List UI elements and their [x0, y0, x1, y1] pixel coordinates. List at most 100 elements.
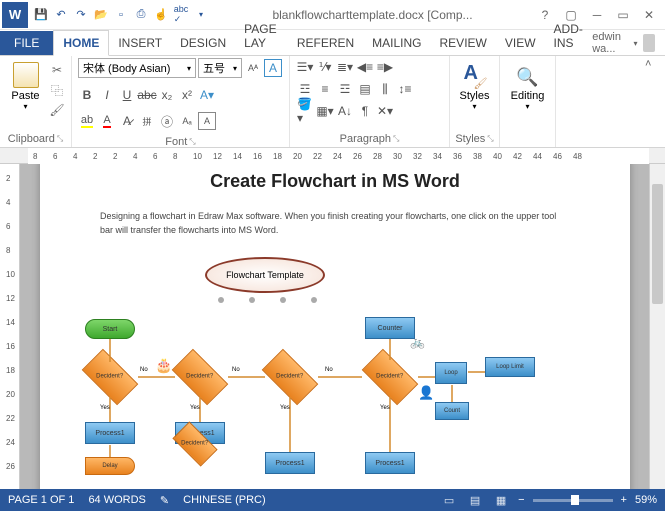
- zoom-out-icon[interactable]: −: [518, 494, 524, 506]
- superscript-button[interactable]: x²: [178, 86, 196, 104]
- decision-shape: Decident?: [262, 349, 319, 406]
- grow-font-icon[interactable]: Aᴬ: [244, 59, 262, 77]
- vertical-scrollbar[interactable]: [649, 164, 665, 489]
- phonetic-icon[interactable]: 拼: [138, 112, 156, 130]
- text-effects-icon[interactable]: A▾: [198, 86, 216, 104]
- insert-tab[interactable]: INSERT: [109, 31, 171, 55]
- bike-icon: 🚲: [410, 335, 425, 349]
- enclose-icon[interactable]: ⓐ: [158, 112, 176, 130]
- shrink-font-icon[interactable]: Aₐ: [178, 112, 196, 130]
- spell-icon[interactable]: abc✓: [172, 6, 190, 24]
- flowchart-image: Flowchart Template Start Decident? Decid…: [40, 257, 630, 477]
- strike-button[interactable]: abc: [138, 86, 156, 104]
- references-tab[interactable]: REFEREN: [288, 31, 363, 55]
- font-group: 宋体 (Body Asian)▾ 五号▾ Aᴬ A B I U abc x₂ x…: [72, 56, 290, 147]
- copy-icon[interactable]: ⿻: [49, 82, 65, 98]
- shading-icon[interactable]: 🪣▾: [296, 102, 314, 120]
- bullets-icon[interactable]: ☰▾: [296, 58, 314, 76]
- increase-indent-icon[interactable]: ≡▶: [376, 58, 394, 76]
- flowchart-title-shape: Flowchart Template: [205, 257, 325, 293]
- align-right-icon[interactable]: ☲: [336, 80, 354, 98]
- quick-access-toolbar: 💾 ↶ ↷ 📂 ▫ ⎙ ☝ abc✓ ▾: [28, 6, 210, 24]
- format-painter-icon[interactable]: 🖌: [49, 102, 65, 118]
- clear-format-icon[interactable]: A̷: [118, 112, 136, 130]
- italic-button[interactable]: I: [98, 86, 116, 104]
- decrease-indent-icon[interactable]: ◀≡: [356, 58, 374, 76]
- borders-icon[interactable]: ▦▾: [316, 102, 334, 120]
- qat-more-icon[interactable]: ▾: [192, 6, 210, 24]
- sort-icon[interactable]: A↓: [336, 102, 354, 120]
- distributed-icon[interactable]: ⫼: [376, 80, 394, 98]
- change-case-icon[interactable]: A: [264, 59, 282, 77]
- user-account[interactable]: edwin wa...▾: [592, 31, 665, 55]
- start-shape: Start: [85, 319, 135, 339]
- touch-icon[interactable]: ☝: [152, 6, 170, 24]
- ribbon-tabs: FILE HOME INSERT DESIGN PAGE LAY REFEREN…: [0, 30, 665, 56]
- highlight-icon[interactable]: ab: [78, 112, 96, 130]
- horizontal-ruler[interactable]: 8642246810121416182022242628303234363840…: [0, 148, 665, 164]
- pagelayout-tab[interactable]: PAGE LAY: [235, 17, 288, 55]
- show-marks-icon[interactable]: ¶: [356, 102, 374, 120]
- doc-heading: Create Flowchart in MS Word: [40, 171, 630, 192]
- proofing-icon[interactable]: ✎: [160, 494, 169, 507]
- font-color-icon[interactable]: A: [98, 112, 116, 130]
- bold-button[interactable]: B: [78, 86, 96, 104]
- zoom-level[interactable]: 59%: [635, 494, 657, 506]
- paste-button[interactable]: Paste ▾: [6, 58, 45, 111]
- zoom-in-icon[interactable]: +: [621, 494, 627, 506]
- print-layout-icon[interactable]: ▤: [466, 493, 484, 507]
- person-icon: 👤: [418, 385, 434, 401]
- redo-icon[interactable]: ↷: [72, 6, 90, 24]
- looplimit-shape: Loop Limit: [485, 357, 535, 377]
- styles-group: A🖌 Styles▾ Styles⤡: [450, 56, 500, 147]
- font-size-select[interactable]: 五号▾: [198, 58, 242, 78]
- process-shape: Process1: [85, 422, 135, 444]
- subscript-button[interactable]: x₂: [158, 86, 176, 104]
- paste-icon: [13, 62, 39, 88]
- justify-icon[interactable]: ▤: [356, 80, 374, 98]
- print-icon[interactable]: ⎙: [132, 6, 150, 24]
- font-name-select[interactable]: 宋体 (Body Asian)▾: [78, 58, 196, 78]
- undo-icon[interactable]: ↶: [52, 6, 70, 24]
- counter-shape: Counter: [365, 317, 415, 339]
- editing-button[interactable]: 🔍 Editing▾: [507, 58, 549, 111]
- open-icon[interactable]: 📂: [92, 6, 110, 24]
- mailings-tab[interactable]: MAILING: [363, 31, 430, 55]
- document-canvas: 2468101214161820222426 Create Flowchart …: [0, 164, 665, 489]
- file-tab[interactable]: FILE: [0, 31, 53, 55]
- page[interactable]: Create Flowchart in MS Word Designing a …: [40, 164, 630, 489]
- web-layout-icon[interactable]: ▦: [492, 493, 510, 507]
- home-tab[interactable]: HOME: [53, 30, 109, 56]
- underline-button[interactable]: U: [118, 86, 136, 104]
- view-tab[interactable]: VIEW: [496, 31, 545, 55]
- review-tab[interactable]: REVIEW: [431, 31, 496, 55]
- asian-layout-icon[interactable]: ✕▾: [376, 102, 394, 120]
- delay-shape: Delay: [85, 457, 135, 475]
- process-shape: Process1: [365, 452, 415, 474]
- save-icon[interactable]: 💾: [32, 6, 50, 24]
- line-spacing-icon[interactable]: ↕≡: [396, 80, 414, 98]
- page-status[interactable]: PAGE 1 OF 1: [8, 494, 74, 506]
- language-status[interactable]: CHINESE (PRC): [183, 494, 266, 506]
- new-icon[interactable]: ▫: [112, 6, 130, 24]
- vertical-ruler[interactable]: 2468101214161820222426: [0, 164, 20, 489]
- close-icon[interactable]: ✕: [639, 8, 659, 22]
- cut-icon[interactable]: ✂: [49, 62, 65, 78]
- char-border-icon[interactable]: A: [198, 112, 216, 130]
- addins-tab[interactable]: ADD-INS: [545, 17, 593, 55]
- numbering-icon[interactable]: ⅟▾: [316, 58, 334, 76]
- editing-group: 🔍 Editing▾: [500, 56, 556, 147]
- align-center-icon[interactable]: ≡: [316, 80, 334, 98]
- collapse-ribbon-icon[interactable]: ˄: [645, 58, 661, 70]
- read-mode-icon[interactable]: ▭: [440, 493, 458, 507]
- align-left-icon[interactable]: ☲: [296, 80, 314, 98]
- zoom-slider[interactable]: [533, 499, 613, 502]
- maximize-icon[interactable]: ▭: [613, 8, 633, 22]
- design-tab[interactable]: DESIGN: [171, 31, 235, 55]
- paragraph-group: ☰▾ ⅟▾ ≣▾ ◀≡ ≡▶ ☲ ≡ ☲ ▤ ⫼ ↕≡ 🪣▾ ▦▾ A↓ ¶ ✕…: [290, 56, 450, 147]
- word-count[interactable]: 64 WORDS: [88, 494, 145, 506]
- decision-shape: Decident?: [82, 349, 139, 406]
- count-shape: Count: [435, 402, 469, 420]
- styles-button[interactable]: A🖌 Styles▾: [456, 58, 493, 111]
- multilevel-icon[interactable]: ≣▾: [336, 58, 354, 76]
